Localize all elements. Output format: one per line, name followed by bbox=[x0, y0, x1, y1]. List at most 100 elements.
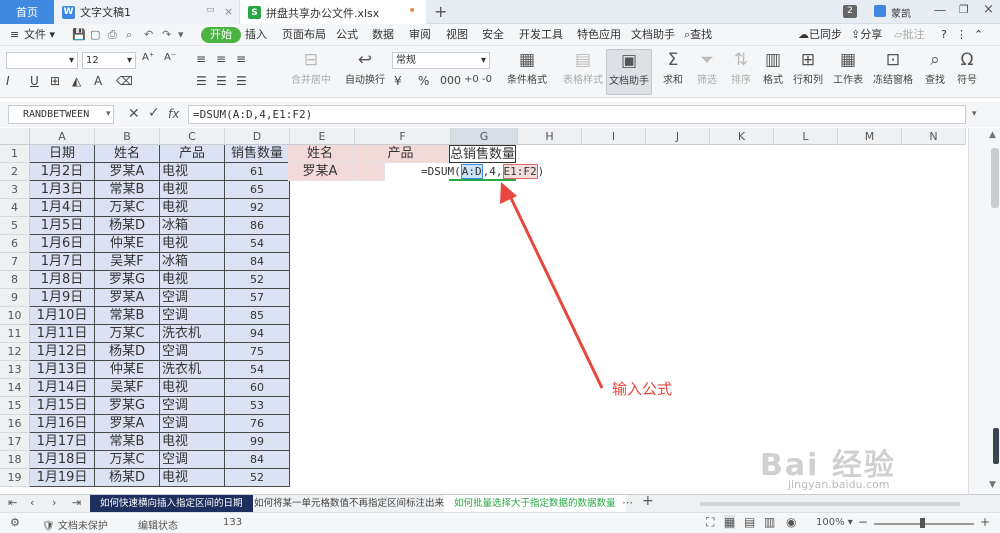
merge-center-button[interactable]: ⊟ 合并居中 bbox=[286, 49, 336, 86]
column-header-d[interactable]: D bbox=[225, 128, 290, 145]
table-cell[interactable]: 吴某F bbox=[95, 253, 160, 271]
tab-home[interactable]: 首页 bbox=[0, 0, 54, 24]
table-cell[interactable]: 空调 bbox=[160, 451, 225, 469]
zoom-slider-thumb[interactable] bbox=[920, 518, 925, 528]
table-cell[interactable]: 冰箱 bbox=[160, 253, 225, 271]
menu-doc-helper[interactable]: 文档助手 bbox=[631, 27, 675, 43]
row-header-7[interactable]: 7 bbox=[0, 253, 30, 271]
table-cell[interactable]: 1月9日 bbox=[30, 289, 95, 307]
row-header-18[interactable]: 18 bbox=[0, 451, 30, 469]
table-cell[interactable]: 常某B bbox=[95, 181, 160, 199]
table-cell[interactable]: 1月10日 bbox=[30, 307, 95, 325]
column-header-e[interactable]: E bbox=[290, 128, 355, 145]
new-tab-button[interactable]: + bbox=[434, 2, 447, 21]
menu-insert[interactable]: 插入 bbox=[245, 27, 267, 43]
table-cell[interactable]: 洗衣机 bbox=[160, 325, 225, 343]
undo-icon[interactable]: ↶ bbox=[144, 27, 153, 43]
table-cell[interactable]: 1月14日 bbox=[30, 379, 95, 397]
freeze-panes-button[interactable]: ⊡ 冻结窗格 bbox=[870, 49, 916, 86]
table-cell[interactable]: 冰箱 bbox=[160, 217, 225, 235]
table-cell[interactable]: 1月2日 bbox=[30, 163, 95, 181]
table-cell[interactable]: 电视 bbox=[160, 199, 225, 217]
tab-document[interactable]: W 文字文稿1 ▭ × bbox=[54, 0, 240, 24]
menu-file[interactable]: 文件 ▾ bbox=[24, 27, 55, 43]
table-cell[interactable]: 常某B bbox=[95, 433, 160, 451]
table-cell[interactable]: 电视 bbox=[160, 379, 225, 397]
tab-spreadsheet[interactable]: S 拼盘共享办公文件.xlsx • bbox=[240, 0, 426, 25]
table-cell[interactable]: 万某C bbox=[95, 199, 160, 217]
row-header-15[interactable]: 15 bbox=[0, 397, 30, 415]
row-col-button[interactable]: ⊞ 行和列 bbox=[790, 49, 826, 86]
table-cell[interactable]: 94 bbox=[225, 325, 290, 343]
zoom-level[interactable]: 100% ▾ bbox=[816, 517, 853, 528]
align-top-icon[interactable]: ≡ bbox=[196, 52, 206, 66]
sheet-tab-2[interactable]: 如何将某一单元格数值不再指定区间标注出来 bbox=[244, 495, 454, 513]
table-cell[interactable]: 1月13日 bbox=[30, 361, 95, 379]
table-cell[interactable]: 仲某E bbox=[95, 235, 160, 253]
font-shrink-icon[interactable]: A⁻ bbox=[164, 52, 176, 63]
row-header-3[interactable]: 3 bbox=[0, 181, 30, 199]
zoom-in-icon[interactable]: + bbox=[980, 515, 990, 529]
table-cell[interactable]: 空调 bbox=[160, 343, 225, 361]
criteria-value-product[interactable] bbox=[353, 163, 385, 181]
user-avatar[interactable] bbox=[874, 5, 886, 17]
settings-icon[interactable]: ⚙ bbox=[10, 516, 20, 529]
header-cell[interactable]: 日期 bbox=[30, 145, 95, 163]
column-header-k[interactable]: K bbox=[710, 128, 774, 145]
table-cell[interactable]: 罗某A bbox=[95, 163, 160, 181]
table-cell[interactable]: 52 bbox=[225, 469, 290, 487]
page-break-view-icon[interactable]: ▥ bbox=[764, 515, 775, 529]
menu-special[interactable]: 特色应用 bbox=[577, 27, 621, 43]
row-header-17[interactable]: 17 bbox=[0, 433, 30, 451]
normal-view-icon[interactable]: ▦ bbox=[724, 515, 736, 529]
row-header-12[interactable]: 12 bbox=[0, 343, 30, 361]
table-cell[interactable]: 76 bbox=[225, 415, 290, 433]
table-cell[interactable]: 洗衣机 bbox=[160, 361, 225, 379]
table-cell[interactable]: 罗某G bbox=[95, 397, 160, 415]
number-format-select[interactable]: 常规 ▾ bbox=[392, 52, 490, 69]
sync-status[interactable]: ☁已同步 bbox=[798, 27, 842, 43]
table-cell[interactable]: 罗某A bbox=[95, 289, 160, 307]
table-cell[interactable]: 75 bbox=[225, 343, 290, 361]
criteria-header-name[interactable]: 姓名 bbox=[288, 145, 353, 163]
hamburger-icon[interactable]: ≡ bbox=[10, 27, 19, 43]
table-cell[interactable]: 61 bbox=[225, 163, 290, 181]
maximize-icon[interactable]: ❐ bbox=[959, 3, 969, 16]
header-cell[interactable]: 销售数量 bbox=[225, 145, 290, 163]
monitor-icon[interactable]: ▭ bbox=[206, 5, 215, 15]
menu-review[interactable]: 审阅 bbox=[409, 27, 431, 43]
currency-icon[interactable]: ¥ bbox=[394, 74, 402, 88]
table-cell[interactable]: 99 bbox=[225, 433, 290, 451]
borders-icon[interactable]: ⊞ bbox=[50, 74, 60, 88]
table-cell[interactable]: 52 bbox=[225, 271, 290, 289]
collapse-ribbon-icon[interactable]: ⌃ bbox=[974, 27, 983, 43]
menu-search[interactable]: ⌕查找 bbox=[684, 27, 712, 43]
print-icon[interactable]: ⎙ bbox=[108, 27, 117, 43]
menu-start[interactable]: 开始 bbox=[201, 27, 241, 43]
italic-icon[interactable]: I bbox=[6, 74, 10, 88]
sum-button[interactable]: Σ 求和 bbox=[658, 49, 688, 86]
font-size-select[interactable]: 12 ▾ bbox=[82, 52, 136, 69]
total-sales-header[interactable]: 总销售数量 bbox=[449, 145, 516, 163]
table-cell[interactable]: 54 bbox=[225, 361, 290, 379]
menu-page-layout[interactable]: 页面布局 bbox=[282, 27, 326, 43]
table-cell[interactable]: 1月4日 bbox=[30, 199, 95, 217]
row-header-16[interactable]: 16 bbox=[0, 415, 30, 433]
comment-button[interactable]: ▱批注 bbox=[894, 27, 924, 43]
row-header-8[interactable]: 8 bbox=[0, 271, 30, 289]
table-cell[interactable]: 1月17日 bbox=[30, 433, 95, 451]
table-cell[interactable]: 54 bbox=[225, 235, 290, 253]
table-cell[interactable]: 60 bbox=[225, 379, 290, 397]
protect-status[interactable]: 🛡 文档未保护 bbox=[42, 517, 108, 532]
row-header-10[interactable]: 10 bbox=[0, 307, 30, 325]
filter-button[interactable]: ⏷ 筛选 bbox=[692, 49, 722, 86]
row-header-4[interactable]: 4 bbox=[0, 199, 30, 217]
horizontal-scrollbar[interactable] bbox=[700, 502, 960, 506]
formula-expand-icon[interactable]: ▾ bbox=[972, 109, 977, 119]
table-cell[interactable]: 86 bbox=[225, 217, 290, 235]
print-preview-icon[interactable]: ⌕ bbox=[126, 27, 132, 43]
row-header-13[interactable]: 13 bbox=[0, 361, 30, 379]
customize-icon[interactable]: ▾ bbox=[178, 27, 184, 43]
name-box-arrow-icon[interactable]: ▾ bbox=[106, 109, 111, 119]
header-cell[interactable]: 姓名 bbox=[95, 145, 160, 163]
